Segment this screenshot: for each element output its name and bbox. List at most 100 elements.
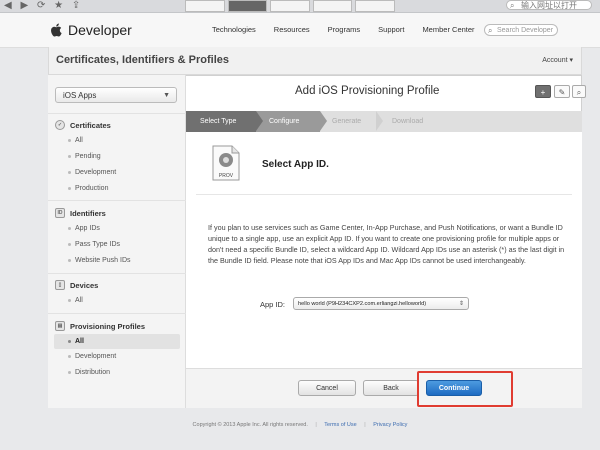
- sidebar-item-label: Pending: [75, 153, 101, 160]
- divider: [48, 313, 186, 314]
- privacy-link[interactable]: Privacy Policy: [373, 422, 407, 428]
- section-heading: Select App ID.: [262, 159, 329, 170]
- tab-thumbnail[interactable]: [185, 0, 225, 12]
- address-bar[interactable]: ⌕ 输入网址以打开: [506, 0, 592, 10]
- account-menu[interactable]: Account ▾: [542, 56, 573, 64]
- step-arrow: [376, 111, 383, 131]
- main-title-bar: Add iOS Provisioning Profile + ✎ ⌕: [186, 75, 586, 107]
- sidebar-item-profiles-distribution[interactable]: Distribution: [68, 369, 110, 376]
- tab-thumbnail[interactable]: [312, 0, 353, 12]
- wizard-steps: Select Type Configure Generate Download: [186, 111, 582, 132]
- divider: [48, 200, 186, 201]
- bullet-icon: [68, 259, 71, 262]
- chevron-down-icon: ▼: [163, 92, 170, 99]
- sidebar-section-devices: ▯ Devices: [55, 280, 98, 290]
- sidebar-item-label: Development: [75, 169, 117, 176]
- step-arrow: [320, 111, 327, 131]
- sidebar-item-label: Development: [75, 353, 117, 360]
- divider: [48, 273, 186, 274]
- back-button[interactable]: Back: [363, 380, 419, 396]
- sidebar-item-app-ids[interactable]: App IDs: [68, 225, 100, 232]
- tab-thumbnail[interactable]: [270, 0, 310, 12]
- browser-nav-buttons[interactable]: ◀ ▶ ⟳ ★ ⇪: [4, 0, 83, 12]
- edit-button[interactable]: ✎: [554, 85, 570, 98]
- description-text: If you plan to use services such as Game…: [208, 223, 565, 265]
- sidebar-item-profiles-development[interactable]: Development: [68, 353, 116, 360]
- tab-thumbnail[interactable]: [227, 0, 268, 12]
- sidebar-item-label: Pass Type IDs: [75, 241, 121, 248]
- sidebar-item-profiles-all[interactable]: All: [54, 334, 180, 349]
- step-download: Download: [392, 118, 424, 125]
- sidebar-item-label: Production: [75, 185, 109, 192]
- page-title: Certificates, Identifiers & Profiles: [56, 54, 229, 66]
- sidebar-item-devices-all[interactable]: All: [68, 297, 83, 304]
- main-title: Add iOS Provisioning Profile: [295, 85, 440, 97]
- sidebar-item-label: Website Push IDs: [75, 257, 131, 264]
- bullet-icon: [68, 355, 71, 358]
- search-placeholder: Search Developer: [497, 27, 554, 34]
- top-navigation: Developer Technologies Resources Program…: [0, 13, 600, 48]
- app-id-select[interactable]: hello world (P9H234CXP2.com.erliangzi.he…: [293, 297, 469, 310]
- nav-link-technologies[interactable]: Technologies: [212, 25, 256, 34]
- sidebar-section-certificates: ✓ Certificates: [55, 120, 111, 130]
- certificate-icon: ✓: [55, 120, 65, 130]
- sidebar-item-pass-type-ids[interactable]: Pass Type IDs: [68, 241, 120, 248]
- terms-link[interactable]: Terms of Use: [324, 422, 356, 428]
- bullet-icon: [68, 187, 71, 190]
- apple-logo-icon: [51, 23, 62, 37]
- doc-icon-label: PROV: [219, 173, 234, 179]
- nav-link-resources[interactable]: Resources: [274, 25, 310, 34]
- bullet-icon: [68, 299, 71, 302]
- divider: [196, 194, 572, 195]
- app-id-label: App ID:: [260, 300, 286, 309]
- bullet-icon: [68, 227, 71, 230]
- add-button[interactable]: +: [535, 85, 551, 98]
- search-button[interactable]: ⌕: [572, 85, 586, 98]
- sidebar-item-label: All: [75, 297, 83, 304]
- bullet-icon: [68, 243, 71, 246]
- device-icon: ▯: [55, 280, 65, 290]
- bullet-icon: [68, 155, 71, 158]
- sidebar-item-certificates-production[interactable]: Production: [68, 185, 108, 192]
- nav-link-programs[interactable]: Programs: [328, 25, 361, 34]
- page-root: ◀ ▶ ⟳ ★ ⇪ ⌕ 输入网址以打开 Developer Technologi…: [0, 0, 600, 450]
- brand-label: Developer: [68, 22, 132, 38]
- platform-select[interactable]: iOS Apps ▼: [55, 87, 177, 103]
- tab-thumbnails: [185, 0, 395, 12]
- sidebar-item-label: App IDs: [75, 225, 100, 232]
- sidebar-item-certificates-pending[interactable]: Pending: [68, 153, 101, 160]
- step-configure: Configure: [269, 118, 300, 125]
- sidebar-item-certificates-development[interactable]: Development: [68, 169, 116, 176]
- id-card-icon: ID: [55, 208, 65, 218]
- step-arrow: [256, 111, 263, 131]
- annotation-highlight-box: [417, 371, 513, 407]
- bullet-icon: [68, 139, 71, 142]
- sidebar: iOS Apps ▼ ✓ Certificates All Pending De…: [48, 75, 186, 408]
- developer-search-input[interactable]: ⌕ Search Developer: [484, 24, 558, 36]
- browser-toolbar: ◀ ▶ ⟳ ★ ⇪ ⌕ 输入网址以打开: [0, 0, 600, 13]
- page-footer: Copyright © 2013 Apple Inc. All rights r…: [0, 422, 600, 428]
- app-id-value: hello world (P9H234CXP2.com.erliangzi.he…: [298, 301, 427, 307]
- chevron-updown-icon: ⇕: [458, 301, 464, 307]
- divider: |: [315, 422, 317, 428]
- search-icon: ⌕: [488, 26, 493, 35]
- tab-thumbnail[interactable]: [355, 0, 395, 12]
- cancel-button[interactable]: Cancel: [298, 380, 356, 396]
- nav-link-member-center[interactable]: Member Center: [422, 25, 474, 34]
- nav-link-support[interactable]: Support: [378, 25, 404, 34]
- developer-brand[interactable]: Developer: [50, 22, 132, 38]
- step-select-type: Select Type: [200, 118, 237, 125]
- step-generate: Generate: [332, 118, 362, 125]
- section-title: Devices: [70, 280, 99, 290]
- sidebar-section-identifiers: ID Identifiers: [55, 208, 106, 218]
- sidebar-item-website-push-ids[interactable]: Website Push IDs: [68, 257, 131, 264]
- bullet-icon: [68, 371, 71, 374]
- sidebar-item-certificates-all[interactable]: All: [68, 137, 83, 144]
- sidebar-item-label: Distribution: [75, 369, 111, 376]
- bullet-icon: [68, 340, 71, 343]
- document-icon: ▤: [55, 321, 65, 331]
- divider: |: [364, 422, 366, 428]
- section-title: Provisioning Profiles: [70, 321, 146, 331]
- sidebar-section-provisioning-profiles: ▤ Provisioning Profiles: [55, 321, 145, 331]
- platform-select-value: iOS Apps: [63, 91, 97, 100]
